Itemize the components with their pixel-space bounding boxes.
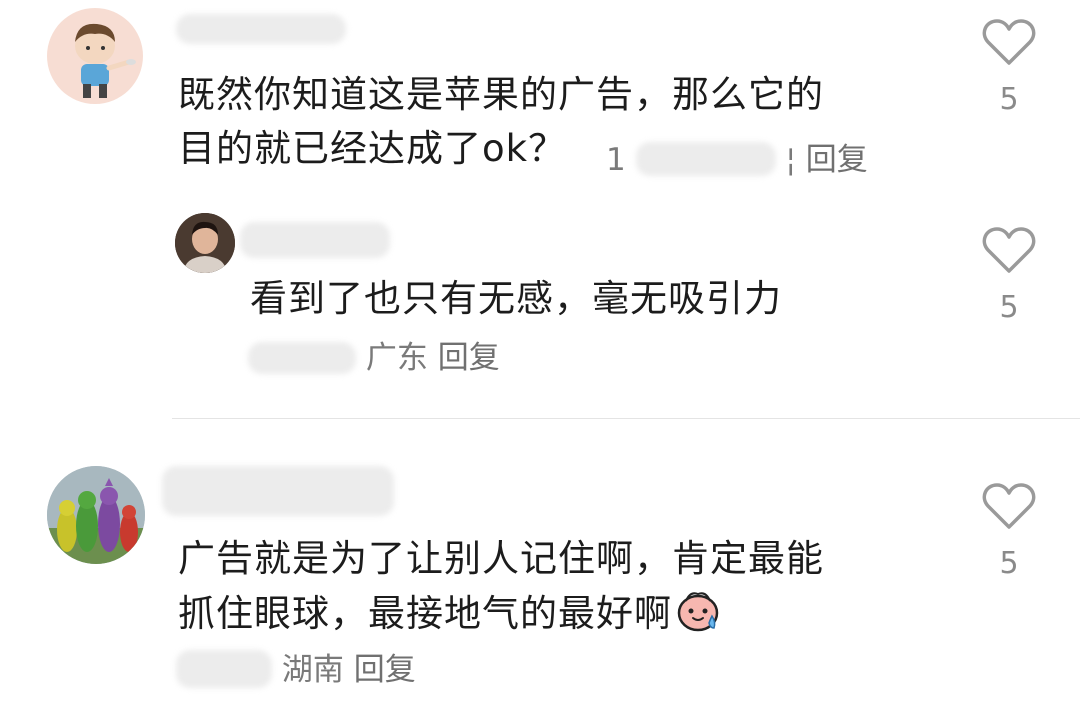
location-label: 湖南 (281, 652, 344, 688)
date-location-redacted (635, 142, 776, 176)
heart-outline-icon (982, 483, 1036, 529)
cartoon-boy-avatar-icon (75, 23, 136, 98)
username-redacted (176, 14, 346, 44)
like-count: 5 (999, 82, 1019, 117)
like-button[interactable]: 5 (979, 482, 1039, 581)
comment-1: 既然你知道这是苹果的广告，那么它的 目的就已经达成了ok？ 1 ¦ 回复 5 (0, 0, 1080, 200)
comment-3: 广告就是为了让别人记住啊，肯定最能 抓住眼球，最接地气的最好啊 湖南 回复 5 (0, 430, 1080, 715)
sweat-smile-emoji-icon (674, 586, 722, 649)
reply-button[interactable]: 回复 (438, 340, 500, 376)
comment-meta: 湖南 回复 (176, 642, 416, 689)
username-redacted (240, 222, 390, 258)
avatar[interactable] (47, 8, 143, 104)
comment-text-line-1: 既然你知道这是苹果的广告，那么它的 (178, 73, 824, 116)
comment-text-line-2: 抓住眼球，最接地气的最好啊 (178, 592, 672, 635)
meta-partial: 1 (606, 142, 626, 178)
reply-button[interactable]: 回复 (806, 142, 868, 178)
divider (172, 418, 1080, 419)
date-redacted (248, 342, 356, 374)
location-label: 广东 (365, 340, 428, 376)
reply-text: 看到了也只有无感，毫无吸引力 (250, 277, 782, 320)
comment-text-line-1: 广告就是为了让别人记住啊，肯定最能 (178, 537, 824, 580)
like-button[interactable]: 5 (979, 18, 1039, 117)
like-count: 5 (999, 546, 1019, 581)
like-count: 5 (999, 290, 1019, 325)
reply-button[interactable]: 回复 (354, 652, 416, 688)
username-redacted (162, 466, 394, 516)
like-button[interactable]: 5 (979, 226, 1039, 325)
heart-outline-icon (982, 19, 1036, 65)
heart-outline-icon (982, 227, 1036, 273)
comment-text-line-2: 目的就已经达成了ok？ (178, 127, 567, 170)
teletubbies-avatar-icon (47, 466, 145, 564)
reply-meta: 广东 回复 (248, 332, 500, 377)
meta-partial-tail: ¦ (785, 142, 796, 178)
comment-meta: 1 ¦ 回复 (606, 134, 868, 179)
date-redacted (176, 650, 272, 688)
comment-2-reply: 看到了也只有无感，毫无吸引力 广东 回复 5 (0, 200, 1080, 410)
person-photo-avatar-icon (175, 213, 235, 273)
avatar[interactable] (175, 213, 235, 273)
comment-text: 广告就是为了让别人记住啊，肯定最能 抓住眼球，最接地气的最好啊 (178, 532, 824, 649)
avatar[interactable] (47, 466, 145, 564)
